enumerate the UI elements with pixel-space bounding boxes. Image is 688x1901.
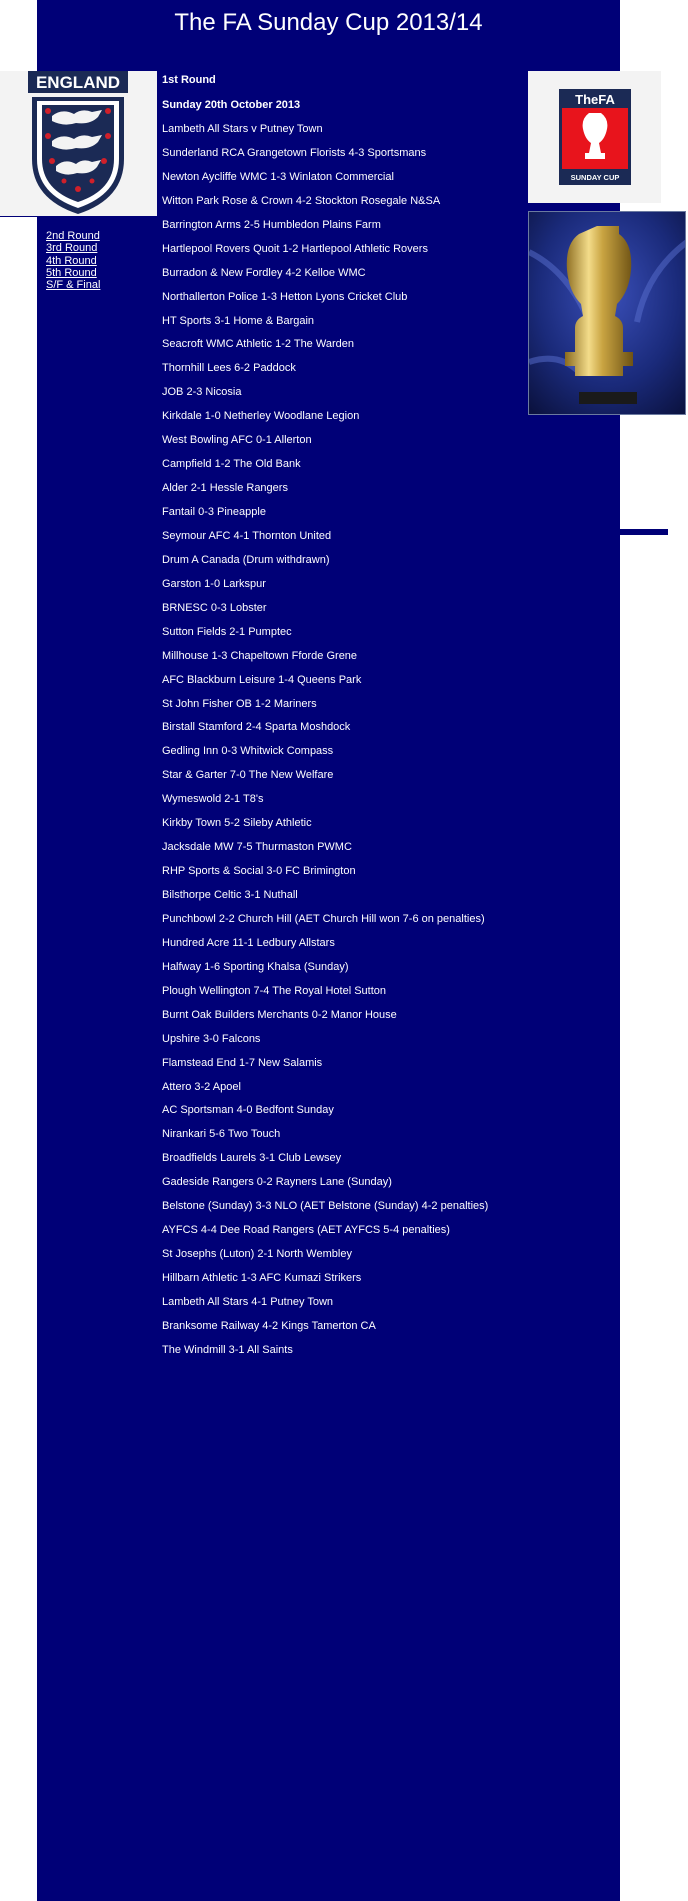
result-row: Newton Aycliffe WMC 1-3 Winlaton Commerc… bbox=[162, 170, 394, 183]
result-row: Nirankari 5-6 Two Touch bbox=[162, 1128, 281, 1141]
result-row: The Windmill 3-1 All Saints bbox=[162, 1343, 293, 1356]
round-heading: 1st Round bbox=[162, 74, 216, 86]
result-row: Sunderland RCA Grangetown Florists 4-3 S… bbox=[162, 146, 427, 159]
result-row: Witton Park Rose & Crown 4-2 Stockton Ro… bbox=[162, 194, 441, 207]
fa-wordmark: TheFA bbox=[575, 92, 615, 107]
result-row: Plough Wellington 7-4 The Royal Hotel Su… bbox=[162, 984, 387, 997]
england-crest-logo: ENGLAND bbox=[0, 71, 157, 217]
result-row: Kirkby Town 5-2 Sileby Athletic bbox=[162, 817, 312, 830]
result-row: HT Sports 3-1 Home & Bargain bbox=[162, 314, 315, 327]
result-row: AFC Blackburn Leisure 1-4 Queens Park bbox=[162, 673, 362, 686]
result-row: Wymeswold 2-1 T8's bbox=[162, 793, 264, 806]
result-row: Burradon & New Fordley 4-2 Kelloe WMC bbox=[162, 266, 366, 279]
trophy-photo bbox=[528, 211, 686, 415]
result-row: Drum A Canada (Drum withdrawn) bbox=[162, 553, 330, 566]
page-title: The FA Sunday Cup 2013/14 bbox=[174, 9, 483, 36]
result-row: St John Fisher OB 1-2 Mariners bbox=[162, 697, 317, 710]
result-row: Northallerton Police 1-3 Hetton Lyons Cr… bbox=[162, 290, 408, 303]
result-row: Thornhill Lees 6-2 Paddock bbox=[162, 362, 296, 375]
result-row: Kirkdale 1-0 Netherley Woodlane Legion bbox=[162, 410, 360, 423]
nav-link-sf-final[interactable]: S/F & Final bbox=[46, 279, 100, 291]
round-date: Sunday 20th October 2013 bbox=[162, 99, 301, 111]
nav-link-3rd-round[interactable]: 3rd Round bbox=[46, 242, 100, 254]
result-row: Belstone (Sunday) 3-3 NLO (AET Belstone … bbox=[162, 1200, 489, 1213]
result-row: Lambeth All Stars v Putney Town bbox=[162, 123, 323, 135]
result-row: Birstall Stamford 2-4 Sparta Moshdock bbox=[162, 721, 351, 734]
result-row: Campfield 1-2 The Old Bank bbox=[162, 458, 301, 471]
results-section: 1st Round Sunday 20th October 2013 Lambe… bbox=[162, 72, 522, 1366]
round-navigation: 2nd Round 3rd Round 4th Round 5th Round … bbox=[46, 230, 100, 291]
result-row: Branksome Railway 4-2 Kings Tamerton CA bbox=[162, 1319, 376, 1332]
crest-word: ENGLAND bbox=[36, 73, 120, 92]
result-row: St Josephs (Luton) 2-1 North Wembley bbox=[162, 1248, 352, 1261]
result-row: Attero 3-2 Apoel bbox=[162, 1080, 241, 1093]
result-row: Seacroft WMC Athletic 1-2 The Warden bbox=[162, 338, 354, 351]
result-row: West Bowling AFC 0-1 Allerton bbox=[162, 434, 312, 447]
result-row: Seymour AFC 4-1 Thornton United bbox=[162, 529, 332, 542]
result-row: RHP Sports & Social 3-0 FC Brimington bbox=[162, 865, 356, 878]
result-row: Lambeth All Stars 4-1 Putney Town bbox=[162, 1295, 334, 1308]
result-row: Gadeside Rangers 0-2 Rayners Lane (Sunda… bbox=[162, 1176, 392, 1189]
result-row: AYFCS 4-4 Dee Road Rangers (AET AYFCS 5-… bbox=[162, 1224, 450, 1237]
result-row: Burnt Oak Builders Merchants 0-2 Manor H… bbox=[162, 1008, 397, 1021]
result-row: Flamstead End 1-7 New Salamis bbox=[162, 1056, 323, 1069]
result-row: Halfway 1-6 Sporting Khalsa (Sunday) bbox=[162, 960, 349, 973]
fa-caption: SUNDAY CUP bbox=[571, 173, 620, 182]
result-row: Star & Garter 7-0 The New Welfare bbox=[162, 769, 334, 782]
result-row: JOB 2-3 Nicosia bbox=[162, 386, 242, 399]
three-lions-crest-icon: ENGLAND bbox=[28, 71, 128, 214]
result-row: Broadfields Laurels 3-1 Club Lewsey bbox=[162, 1152, 342, 1165]
result-row: AC Sportsman 4-0 Bedfont Sunday bbox=[162, 1104, 334, 1117]
nav-link-2nd-round[interactable]: 2nd Round bbox=[46, 230, 100, 242]
results-list: Lambeth All Stars v Putney Town Sunderlan… bbox=[162, 121, 522, 1366]
result-row: Garston 1-0 Larkspur bbox=[162, 577, 266, 590]
result-row: Punchbowl 2-2 Church Hill (AET Church Hi… bbox=[162, 912, 485, 925]
result-row: Sutton Fields 2-1 Pumptec bbox=[162, 625, 292, 638]
result-row: Gedling Inn 0-3 Whitwick Compass bbox=[162, 745, 334, 758]
fa-sunday-cup-logo: TheFA SUNDAY CUP bbox=[528, 71, 661, 203]
result-row: Alder 2-1 Hessle Rangers bbox=[162, 482, 288, 495]
result-row: Millhouse 1-3 Chapeltown Fforde Grene bbox=[162, 649, 358, 662]
nav-link-4th-round[interactable]: 4th Round bbox=[46, 255, 100, 267]
trophy-image-icon bbox=[529, 212, 685, 414]
result-row: Hartlepool Rovers Quoit 1-2 Hartlepool A… bbox=[162, 242, 428, 255]
result-row: Bilsthorpe Celtic 3-1 Nuthall bbox=[162, 889, 298, 901]
nav-link-5th-round[interactable]: 5th Round bbox=[46, 267, 100, 279]
result-row: Fantail 0-3 Pineapple bbox=[162, 506, 266, 518]
result-row: Upshire 3-0 Falcons bbox=[162, 1032, 261, 1045]
result-row: Hillbarn Athletic 1-3 AFC Kumazi Striker… bbox=[162, 1272, 362, 1284]
fa-trophy-icon: TheFA SUNDAY CUP bbox=[559, 89, 631, 185]
result-row: Jacksdale MW 7-5 Thurmaston PWMC bbox=[162, 841, 352, 854]
result-row: Barrington Arms 2-5 Humbledon Plains Far… bbox=[162, 218, 381, 231]
result-row: Hundred Acre 11-1 Ledbury Allstars bbox=[162, 936, 335, 949]
result-row: BRNESC 0-3 Lobster bbox=[162, 601, 267, 614]
decorative-bar bbox=[620, 529, 668, 535]
